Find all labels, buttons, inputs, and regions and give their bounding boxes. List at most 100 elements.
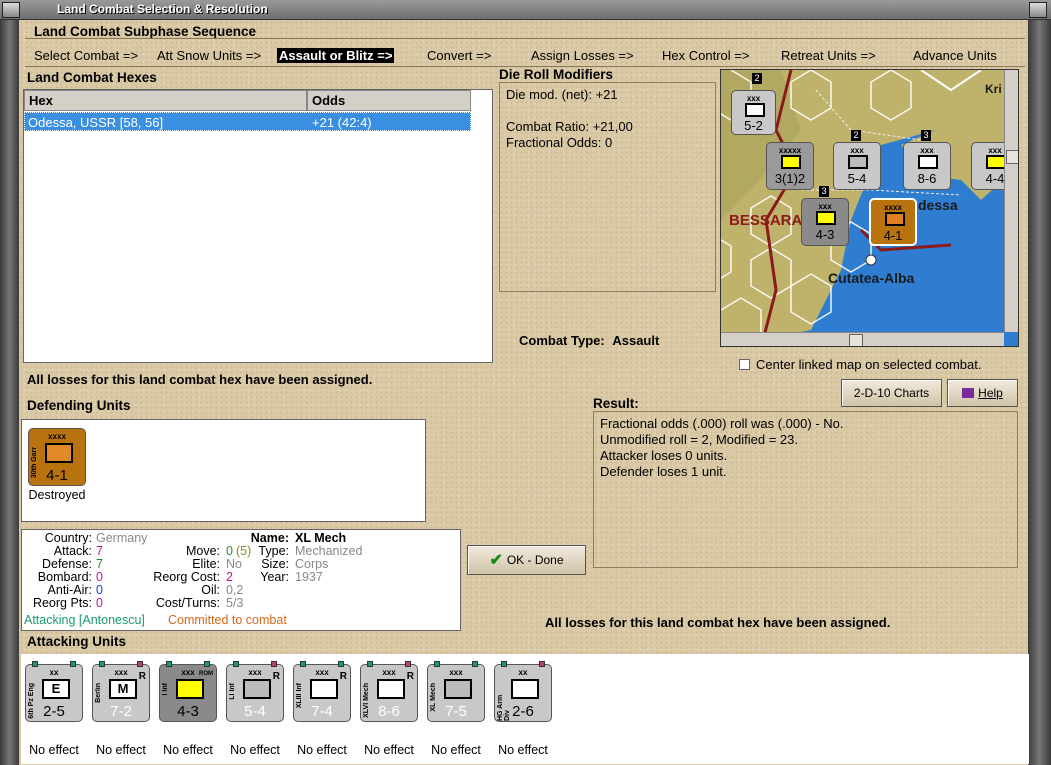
counter-value: 4-3 — [815, 227, 835, 242]
unit-value: 4-3 — [177, 703, 199, 720]
map-label-kri: Kri — [985, 82, 1002, 96]
map-hscroll-thumb[interactable] — [849, 334, 863, 346]
stack-badge: 3 — [921, 130, 931, 141]
stack-badge: 2 — [851, 130, 861, 141]
help-label: Help — [978, 386, 1003, 400]
column-header-odds[interactable]: Odds — [307, 90, 471, 111]
status-dot — [472, 661, 478, 667]
garrison-symbol-icon — [45, 443, 73, 463]
attacking-unit[interactable]: xxx I Inf 4-3 ROM — [159, 661, 217, 722]
info-attacking: Attacking [Antonescu] — [24, 613, 145, 627]
counter-size: xxx — [920, 146, 934, 155]
help-button[interactable]: Help — [947, 379, 1018, 407]
ok-done-button[interactable]: ✔ OK - Done — [467, 545, 586, 575]
result-line: Fractional odds (.000) roll was (.000) -… — [600, 416, 844, 431]
info-reorg: 0 — [96, 596, 103, 610]
info-committed: Committed to combat — [168, 613, 287, 627]
help-book-icon — [962, 388, 975, 398]
hexes-list[interactable]: Hex Odds Odessa, USSR [58, 56] +21 (42:4… — [23, 89, 493, 363]
map-hscrollbar[interactable] — [721, 332, 1004, 346]
unit-type-symbol-icon — [377, 679, 405, 699]
close-window-button[interactable] — [1029, 2, 1047, 18]
subphase-step[interactable]: Convert => — [427, 48, 491, 63]
attacking-list[interactable]: xx 6th Pz Eng E 2-5 No effect xxx Berlin M 7-2 R N… — [21, 654, 1029, 764]
attacking-unit[interactable]: xxx LI Inf 5-4 R — [226, 661, 284, 722]
center-map-option[interactable]: Center linked map on selected combat. — [739, 357, 981, 372]
attacking-unit[interactable]: xx 6th Pz Eng E 2-5 — [25, 661, 83, 722]
unit-size: xx — [49, 668, 59, 677]
subphase-step[interactable]: Assign Losses => — [531, 48, 634, 63]
subphase-step[interactable]: Retreat Units => — [781, 48, 876, 63]
unit-value: 7-5 — [445, 703, 467, 720]
attacking-unit[interactable]: xxx XL Mech 7-5 — [427, 661, 485, 722]
info-costturns: 5/3 — [226, 596, 244, 610]
center-map-checkbox[interactable] — [739, 359, 750, 370]
status-dot — [32, 661, 38, 667]
counter-symbol — [918, 155, 938, 169]
system-menu-button[interactable] — [2, 2, 20, 18]
check-icon: ✔ — [489, 552, 503, 569]
map-label-odessa: dessa — [918, 197, 958, 213]
unit-tag: R — [272, 671, 280, 682]
map-counter[interactable]: xxx 4-3 — [801, 198, 849, 246]
combat-type-value: Assault — [612, 333, 660, 348]
subphase-step[interactable]: Advance Units — [913, 48, 997, 63]
subphase-step[interactable]: Hex Control => — [662, 48, 749, 63]
attacking-unit[interactable]: xxx Berlin M 7-2 R — [92, 661, 150, 722]
status-dot — [501, 661, 507, 667]
modifiers-title: Die Roll Modifiers — [499, 67, 614, 82]
attacking-unit[interactable]: xxx XLIII Inf 7-4 R — [293, 661, 351, 722]
subphase-divider — [25, 38, 1025, 39]
modifier-line: Fractional Odds: 0 — [506, 135, 613, 150]
attacking-unit[interactable]: xx HG Arm Div 2-6 — [494, 661, 552, 722]
map-counter[interactable]: xxx 5-4 — [833, 142, 881, 190]
result-line: Attacker loses 0 units. — [600, 448, 728, 463]
column-header-hex[interactable]: Hex — [24, 90, 307, 111]
counter-size: xxx — [818, 202, 832, 211]
stack-badge: 2 — [752, 73, 762, 84]
unit-status: Destroyed — [28, 488, 86, 502]
status-dot — [271, 661, 277, 667]
unit-tag: R — [406, 671, 414, 682]
map-counter[interactable]: xxxxx 3(1)2 — [766, 142, 814, 190]
map-counter-target[interactable]: xxxx 4-1 — [869, 198, 917, 246]
title-bar[interactable]: Land Combat Selection & Resolution — [0, 0, 1051, 20]
subphase-step[interactable]: Select Combat => — [34, 48, 138, 63]
map-counter[interactable]: xxx 5-2 — [731, 90, 776, 135]
row-odds: +21 (42:4) — [312, 115, 372, 130]
status-dot — [233, 661, 239, 667]
info-country: Germany — [96, 531, 148, 545]
unit-status: No effect — [498, 743, 548, 757]
attacking-title: Attacking Units — [27, 634, 127, 649]
unit-value: 2-5 — [43, 703, 65, 720]
map-vscrollbar[interactable] — [1004, 70, 1018, 332]
unit-size: xx — [518, 668, 528, 677]
defending-title: Defending Units — [27, 398, 131, 413]
ok-done-label: OK - Done — [506, 553, 564, 567]
stack-badge: 3 — [819, 186, 829, 197]
result-line: Defender loses 1 unit. — [600, 464, 727, 479]
unit-name: I Inf — [162, 683, 169, 696]
map-vscroll-thumb[interactable] — [1006, 150, 1018, 164]
unit-size: xxx — [449, 668, 463, 677]
unit-value: 2-6 — [512, 703, 534, 720]
unit-type-symbol-icon — [243, 679, 271, 699]
charts-button[interactable]: 2-D-10 Charts — [841, 379, 942, 407]
modifier-line: Combat Ratio: +21,00 — [506, 119, 633, 134]
mini-map[interactable]: BESSARA dessa Cutatea-Alba Kri xxx 5-2 x… — [720, 69, 1019, 347]
defending-unit[interactable]: xxxx 30th Garr 4-1 — [28, 428, 86, 486]
unit-type-symbol-icon — [176, 679, 204, 699]
result-box: Fractional odds (.000) roll was (.000) -… — [593, 411, 1018, 568]
info-year-label: Year: — [260, 570, 289, 584]
table-row[interactable]: Odessa, USSR [58, 56] +21 (42:4) — [24, 112, 471, 131]
subphase-step[interactable]: Att Snow Units => — [157, 48, 261, 63]
result-title: Result: — [593, 396, 639, 411]
map-counter[interactable]: xxx 8-6 — [903, 142, 951, 190]
counter-size: xxx — [746, 94, 761, 103]
defending-list[interactable]: xxxx 30th Garr 4-1 Destroyed — [21, 419, 426, 522]
info-costturns-label: Cost/Turns: — [155, 596, 220, 610]
attacking-unit[interactable]: xxx XLVI Mech 8-6 R — [360, 661, 418, 722]
combat-type-label: Combat Type: — [519, 333, 605, 348]
subphase-step[interactable]: Assault or Blitz => — [277, 48, 395, 63]
info-reorg-label: Reorg Pts: — [32, 596, 92, 610]
